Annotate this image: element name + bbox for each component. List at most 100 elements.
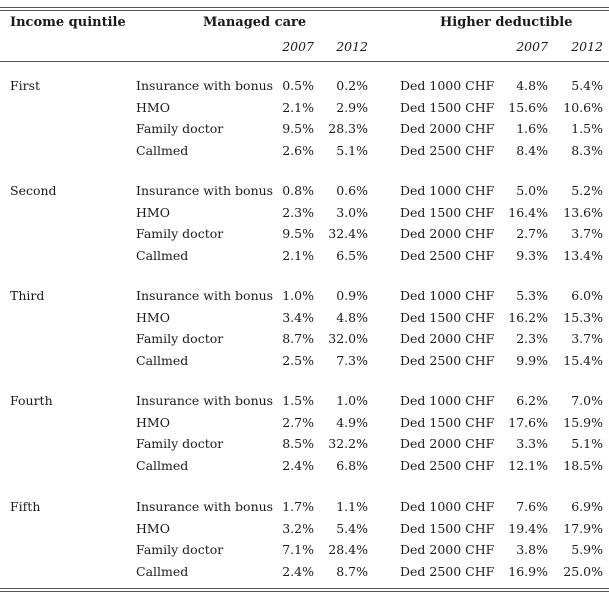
deductible-2012-value: 5.4%: [571, 78, 603, 93]
table-row: Insurance with bonus 1.0% 0.9% Ded 1000 CHF…: [0, 288, 609, 304]
managed-care-2012-value: 4.9%: [336, 414, 368, 430]
managed-care-2007-value: 9.5%: [282, 121, 314, 136]
managed-care-2007-value: 0.8%: [282, 183, 314, 198]
deductible-plan: Ded 2000 CHF: [400, 542, 495, 557]
managed-care-2012-value: 32.2%: [328, 436, 368, 451]
managed-care-2007-value: 2.4%: [282, 457, 314, 473]
managed-care-plan: Callmed: [136, 247, 189, 263]
deductible-2012-value: 17.9%: [563, 520, 603, 536]
table-row: Callmed 2.6% 5.1% Ded 2500 CHF 8.4% 8.3%: [0, 143, 609, 159]
deductible-2007-value: 4.8%: [516, 78, 548, 93]
table-row: Family doctor 9.5% 32.4% Ded 2000 CHF 2.7% 3.…: [0, 226, 609, 242]
table-row: HMO 2.7% 4.9% Ded 1500 CHF 17.6% 15.9%: [0, 415, 609, 431]
deductible-plan: Ded 1000 CHF: [400, 78, 495, 93]
header-rule: [0, 61, 609, 62]
deductible-2007-value: 9.3%: [516, 247, 548, 263]
deductible-2012-value: 13.4%: [563, 247, 603, 263]
managed-care-plan: Family doctor: [136, 331, 224, 346]
managed-care-2007-value: 2.4%: [282, 563, 314, 579]
deductible-plan: Ded 1000 CHF: [400, 183, 495, 198]
deductible-2012-value: 3.7%: [571, 331, 603, 346]
managed-care-2012-value: 7.3%: [336, 352, 368, 368]
deductible-plan: Ded 1000 CHF: [400, 393, 495, 408]
managed-care-plan: Insurance with bonus: [136, 393, 274, 408]
managed-care-2007-value: 3.4%: [282, 309, 314, 325]
deductible-2012-value: 1.5%: [571, 121, 603, 136]
managed-care-2012-value: 1.0%: [336, 393, 368, 408]
top-rule-secondary: [0, 10, 609, 11]
managed-care-2012-value: 0.2%: [336, 78, 368, 93]
table-row: HMO 3.2% 5.4% Ded 1500 CHF 19.4% 17.9%: [0, 521, 609, 537]
managed-care-2012-value: 32.0%: [328, 331, 368, 346]
header-mc-year-2012: 2012: [336, 39, 368, 54]
managed-care-2012-value: 5.4%: [336, 520, 368, 536]
deductible-plan: Ded 2500 CHF: [400, 352, 495, 368]
table-row: Insurance with bonus 0.5% 0.2% Ded 1000 CHF…: [0, 78, 609, 94]
managed-care-2007-value: 0.5%: [282, 78, 314, 93]
deductible-plan: Ded 1500 CHF: [400, 520, 495, 536]
deductible-plan: Ded 1000 CHF: [400, 288, 495, 303]
quintile-group: Third Insurance with bonus 1.0% 0.9% Ded 100…: [0, 288, 609, 388]
deductible-2012-value: 10.6%: [563, 99, 603, 115]
managed-care-2007-value: 2.3%: [282, 204, 314, 220]
deductible-2007-value: 16.4%: [508, 204, 548, 220]
deductible-2012-value: 15.9%: [563, 414, 603, 430]
deductible-2007-value: 17.6%: [508, 414, 548, 430]
deductible-2012-value: 7.0%: [571, 393, 603, 408]
top-rule: [0, 7, 609, 8]
managed-care-2007-value: 1.7%: [282, 499, 314, 514]
deductible-2007-value: 3.3%: [516, 436, 548, 451]
managed-care-2012-value: 28.3%: [328, 121, 368, 136]
managed-care-2012-value: 32.4%: [328, 226, 368, 241]
managed-care-plan: Callmed: [136, 457, 189, 473]
quintile-group: Fifth Insurance with bonus 1.7% 1.1% Ded 100…: [0, 499, 609, 599]
managed-care-2012-value: 1.1%: [336, 499, 368, 514]
header-higher-deductible: Higher deductible: [440, 15, 573, 30]
table-row: Family doctor 8.5% 32.2% Ded 2000 CHF 3.3% 5.…: [0, 436, 609, 452]
deductible-2007-value: 3.8%: [516, 542, 548, 557]
bottom-rule: [0, 588, 609, 589]
managed-care-plan: Family doctor: [136, 542, 224, 557]
deductible-2012-value: 25.0%: [563, 563, 603, 579]
table-row: Insurance with bonus 0.8% 0.6% Ded 1000 CHF…: [0, 183, 609, 199]
deductible-plan: Ded 2000 CHF: [400, 331, 495, 346]
table-row: Callmed 2.4% 8.7% Ded 2500 CHF 16.9% 25.0%: [0, 564, 609, 580]
managed-care-2007-value: 7.1%: [282, 542, 314, 557]
quintile-group: Second Insurance with bonus 0.8% 0.6% Ded 10…: [0, 183, 609, 283]
deductible-2007-value: 5.3%: [516, 288, 548, 303]
deductible-2007-value: 5.0%: [516, 183, 548, 198]
managed-care-plan: Family doctor: [136, 226, 224, 241]
table-row: Family doctor 7.1% 28.4% Ded 2000 CHF 3.8% 5.…: [0, 542, 609, 558]
table-row: HMO 2.1% 2.9% Ded 1500 CHF 15.6% 10.6%: [0, 100, 609, 116]
managed-care-plan: Callmed: [136, 563, 189, 579]
table-row: Family doctor 9.5% 28.3% Ded 2000 CHF 1.6% 1.…: [0, 121, 609, 137]
deductible-plan: Ded 2000 CHF: [400, 436, 495, 451]
managed-care-plan: Callmed: [136, 142, 189, 158]
deductible-plan: Ded 1500 CHF: [400, 414, 495, 430]
deductible-2012-value: 13.6%: [563, 204, 603, 220]
quintile-group: Fourth Insurance with bonus 1.5% 1.0% Ded 10…: [0, 393, 609, 493]
managed-care-2007-value: 2.7%: [282, 414, 314, 430]
deductible-2012-value: 5.2%: [571, 183, 603, 198]
managed-care-2007-value: 9.5%: [282, 226, 314, 241]
table-row: Callmed 2.5% 7.3% Ded 2500 CHF 9.9% 15.4%: [0, 353, 609, 369]
deductible-plan: Ded 1500 CHF: [400, 204, 495, 220]
managed-care-2007-value: 3.2%: [282, 520, 314, 536]
deductible-2012-value: 6.0%: [571, 288, 603, 303]
managed-care-2012-value: 8.7%: [336, 563, 368, 579]
quintile-group: First Insurance with bonus 0.5% 0.2% Ded 100…: [0, 78, 609, 178]
managed-care-plan: Callmed: [136, 352, 189, 368]
managed-care-plan: HMO: [136, 520, 170, 536]
deductible-2012-value: 6.9%: [571, 499, 603, 514]
managed-care-2007-value: 2.6%: [282, 142, 314, 158]
deductible-2007-value: 6.2%: [516, 393, 548, 408]
deductible-2007-value: 2.7%: [516, 226, 548, 241]
header-mc-year-2007: 2007: [282, 39, 314, 54]
deductible-plan: Ded 2500 CHF: [400, 142, 495, 158]
table-row: Callmed 2.4% 6.8% Ded 2500 CHF 12.1% 18.5%: [0, 458, 609, 474]
header-income-quintile: Income quintile: [10, 15, 126, 30]
managed-care-plan: Family doctor: [136, 121, 224, 136]
deductible-plan: Ded 1500 CHF: [400, 99, 495, 115]
managed-care-2007-value: 1.5%: [282, 393, 314, 408]
deductible-plan: Ded 2500 CHF: [400, 563, 495, 579]
